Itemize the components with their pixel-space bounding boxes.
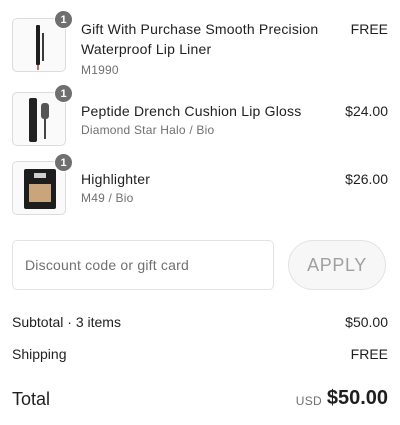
total-currency: USD [295,394,322,408]
discount-code-input[interactable] [12,240,274,290]
highlighter-logo-icon [34,173,46,178]
item-title: Gift With Purchase Smooth Precision Wate… [81,21,319,57]
lip-liner-pencil-icon [42,33,44,61]
lip-liner-tip-icon [37,65,39,70]
lip-gloss-applicator-icon [41,103,49,119]
item-variant: M49 / Bio [81,191,134,205]
total-value: $50.00 [326,387,388,409]
apply-discount-button[interactable]: APPLY [288,240,386,290]
subtotal-label: Subtotal · 3 items [12,314,121,330]
item-title: Peptide Drench Cushion Lip Gloss [81,103,302,119]
lip-gloss-cap-icon [29,98,37,142]
quantity-badge: 1 [54,153,73,172]
total-label: Total [12,389,51,409]
shipping-label: Shipping [12,346,67,362]
lip-liner-pencil-icon [36,25,40,65]
item-price: FREE [350,21,388,37]
item-title: Highlighter [81,171,151,187]
subtotal-value: $50.00 [345,314,388,330]
item-variant: M1990 [81,63,119,77]
shipping-value: FREE [350,346,388,362]
item-variant: Diamond Star Halo / Bio [81,123,215,137]
item-price: $24.00 [345,103,388,119]
quantity-badge: 1 [54,84,73,103]
quantity-badge: 1 [54,10,73,29]
highlighter-powder-icon [29,184,51,202]
item-price: $26.00 [345,171,388,187]
